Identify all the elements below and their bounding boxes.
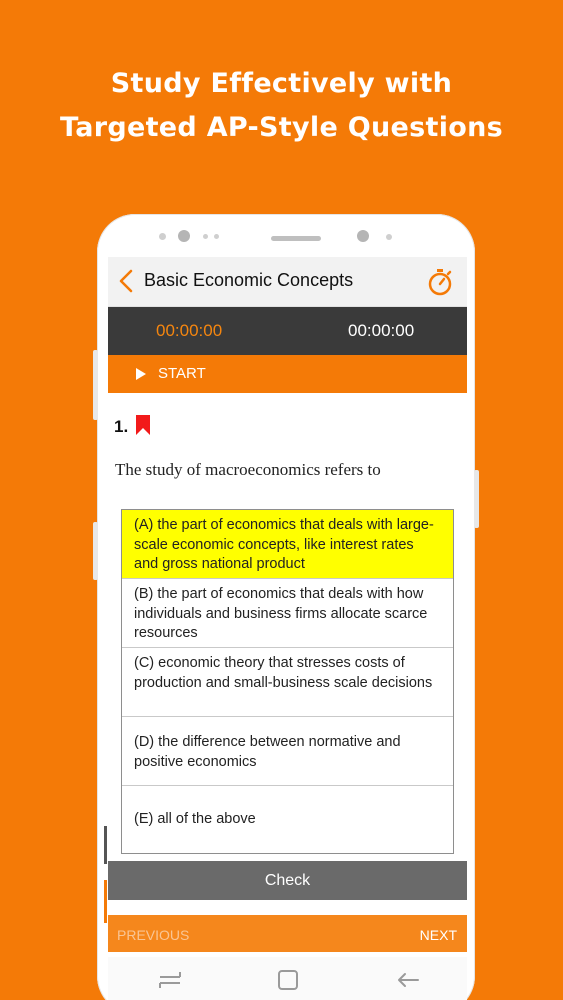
phone-top-bezel <box>107 218 465 258</box>
sensor-dot <box>386 234 392 240</box>
total-timer: 00:00:00 <box>348 321 415 340</box>
iris-scanner <box>357 230 369 242</box>
question-number: 1. <box>114 417 129 436</box>
previous-button[interactable]: PREVIOUS <box>117 927 189 943</box>
sensor-dot <box>214 234 219 239</box>
option-text: (E) all of the above <box>134 811 256 827</box>
phone-side-button <box>93 522 98 580</box>
home-icon[interactable] <box>277 969 299 991</box>
play-icon <box>136 368 146 380</box>
front-camera <box>178 230 190 242</box>
option-text: (C) economic theory that stresses costs … <box>134 655 433 691</box>
phone-side-button <box>93 350 98 420</box>
timer-bar: 00:00:00 00:00:00 <box>108 307 467 355</box>
option-text: (A) the part of economics that deals wit… <box>134 517 434 572</box>
question-navigation: PREVIOUS NEXT <box>108 915 467 952</box>
earpiece-speaker <box>271 236 321 241</box>
back-arrow-icon[interactable] <box>396 969 420 991</box>
start-label: START <box>158 365 206 382</box>
bookmark-icon[interactable] <box>135 414 151 436</box>
headline-line-2: Targeted AP-Style Questions <box>59 112 504 143</box>
stopwatch-icon[interactable] <box>427 268 453 296</box>
answer-option-a[interactable]: (A) the part of economics that deals wit… <box>122 510 453 579</box>
chevron-left-icon[interactable] <box>116 268 136 294</box>
answer-option-e[interactable]: (E) all of the above <box>122 786 453 853</box>
check-button[interactable]: Check <box>108 861 467 900</box>
answer-option-c[interactable]: (C) economic theory that stresses costs … <box>122 648 453 717</box>
question-text: The study of macroeconomics refers to <box>115 460 381 479</box>
start-button[interactable]: START <box>108 355 467 393</box>
app-bar: Basic Economic Concepts <box>108 257 467 307</box>
page-title: Basic Economic Concepts <box>144 270 354 290</box>
promo-headline: Study Effectively with Targeted AP-Style… <box>0 62 563 150</box>
recent-apps-icon[interactable] <box>158 969 182 991</box>
answer-option-d[interactable]: (D) the difference between normative and… <box>122 717 453 786</box>
scroll-edge-marker <box>104 880 107 923</box>
scroll-edge-marker <box>104 826 107 864</box>
answer-option-b[interactable]: (B) the part of economics that deals wit… <box>122 579 453 648</box>
headline-line-1: Study Effectively with <box>110 68 453 99</box>
phone-power-button <box>474 470 479 528</box>
option-text: (B) the part of economics that deals wit… <box>134 586 428 641</box>
question-timer: 00:00:00 <box>156 321 223 340</box>
sensor-dot <box>159 233 166 240</box>
answer-options: (A) the part of economics that deals wit… <box>121 509 454 854</box>
app-screen: Basic Economic Concepts 00:00:00 00:00:0… <box>108 257 467 1000</box>
sensor-dot <box>203 234 208 239</box>
option-text: (D) the difference between normative and… <box>134 734 401 770</box>
system-navigation-bar <box>108 957 467 1000</box>
next-button[interactable]: NEXT <box>420 927 457 943</box>
